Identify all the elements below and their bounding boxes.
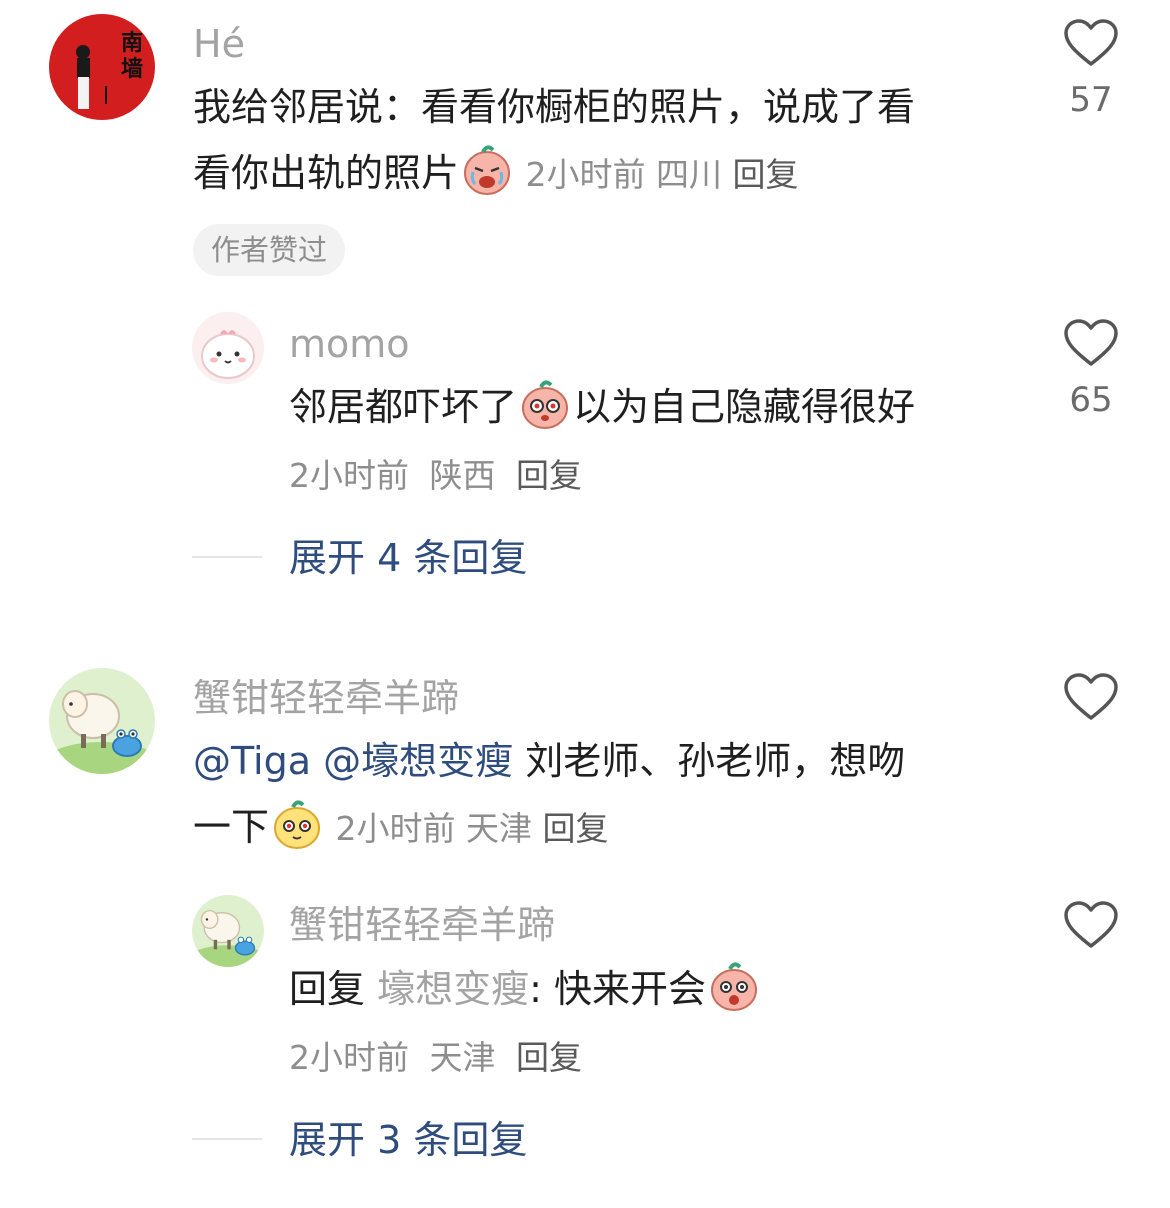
reply-meta: 2小时前 天津 回复 xyxy=(289,1038,592,1078)
expand-replies-button[interactable]: 展开 4 条回复 xyxy=(289,536,527,580)
reply-username[interactable]: momo xyxy=(289,322,410,366)
avatar[interactable] xyxy=(192,895,264,967)
like-count: 65 xyxy=(1069,380,1113,420)
comment-text-line: 看你出轨的照片 2小时前 四川 回复 xyxy=(193,140,1013,208)
reply-location: 陕西 xyxy=(429,456,496,495)
comment-text: 我给邻居说：看看你橱柜的照片，说成了看 看你出轨的照片 2小时前 四川 回复 xyxy=(193,74,1013,208)
mention-link[interactable]: @壕想变瘦 xyxy=(323,739,513,783)
reply-location: 天津 xyxy=(429,1038,496,1077)
reply-text: 邻居都吓坏了 以为自己隐藏得很好 xyxy=(289,374,1019,440)
smirk-face-emoji xyxy=(271,798,323,850)
reply-button[interactable]: 回复 xyxy=(516,1038,582,1077)
like-button[interactable] xyxy=(1056,672,1126,722)
reply-text: 回复 壕想变瘦: 快来开会 xyxy=(289,956,1019,1022)
surprised-face-emoji xyxy=(708,960,760,1012)
mention-link[interactable]: @Tiga xyxy=(193,739,311,783)
heart-icon[interactable] xyxy=(1063,900,1119,950)
like-count: 57 xyxy=(1069,80,1113,120)
reply-button[interactable]: 回复 xyxy=(733,155,799,194)
comment-location: 天津 xyxy=(466,809,533,848)
reply-time: 2小时前 xyxy=(289,1038,409,1077)
reply-meta: 2小时前 陕西 回复 xyxy=(289,456,592,496)
comment-text-line: @Tiga @壕想变瘦 刘老师、孙老师，想吻 xyxy=(193,728,1013,794)
crying-face-emoji xyxy=(461,144,513,196)
author-liked-badge: 作者赞过 xyxy=(193,224,346,276)
reply-text-part: 邻居都吓坏了 xyxy=(289,385,518,429)
heart-icon[interactable] xyxy=(1063,318,1119,368)
reply-text-part: 以为自己隐藏得很好 xyxy=(573,385,916,429)
comment-username[interactable]: Hé xyxy=(193,22,245,66)
reply-username[interactable]: 蟹钳轻轻牵羊蹄 xyxy=(289,903,555,947)
reply-button[interactable]: 回复 xyxy=(516,456,582,495)
like-button[interactable]: 57 xyxy=(1056,18,1126,120)
comment-text-line: 我给邻居说：看看你橱柜的照片，说成了看 xyxy=(193,85,916,129)
divider xyxy=(192,1138,262,1140)
avatar[interactable] xyxy=(49,668,155,774)
reply-text-part: : 快来开会 xyxy=(529,967,707,1011)
svg-text:墙: 墙 xyxy=(121,56,143,82)
like-button[interactable] xyxy=(1056,900,1126,950)
heart-icon[interactable] xyxy=(1063,18,1119,68)
reply-target-user[interactable]: 壕想变瘦 xyxy=(377,967,529,1011)
like-button[interactable]: 65 xyxy=(1056,318,1126,420)
avatar[interactable]: 南 墙 xyxy=(49,14,155,120)
comment-time: 2小时前 xyxy=(525,155,646,194)
reply-button[interactable]: 回复 xyxy=(543,809,609,848)
avatar[interactable] xyxy=(192,312,264,384)
comment-text-part: 刘老师、孙老师，想吻 xyxy=(525,739,906,783)
comment-text-line-2: 看你出轨的照片 xyxy=(193,151,460,195)
comment-meta: 2小时前 四川 回复 xyxy=(515,155,799,194)
comment-location: 四川 xyxy=(656,155,723,194)
comment-text-line: 一下 2小时前 天津 回复 xyxy=(193,794,1013,862)
comment-meta: 2小时前 天津 回复 xyxy=(325,809,609,848)
comment-text-line-2: 一下 xyxy=(193,805,270,849)
shocked-face-emoji xyxy=(519,378,571,430)
reply-time: 2小时前 xyxy=(289,456,409,495)
svg-text:南: 南 xyxy=(121,30,143,56)
comment-text: @Tiga @壕想变瘦 刘老师、孙老师，想吻 一下 2小时前 天津 回复 xyxy=(193,728,1013,862)
heart-icon[interactable] xyxy=(1063,672,1119,722)
comment-username[interactable]: 蟹钳轻轻牵羊蹄 xyxy=(193,676,459,720)
expand-replies-button[interactable]: 展开 3 条回复 xyxy=(289,1118,527,1162)
reply-prefix: 回复 xyxy=(289,967,366,1011)
divider xyxy=(192,556,262,558)
comment-time: 2小时前 xyxy=(335,809,456,848)
